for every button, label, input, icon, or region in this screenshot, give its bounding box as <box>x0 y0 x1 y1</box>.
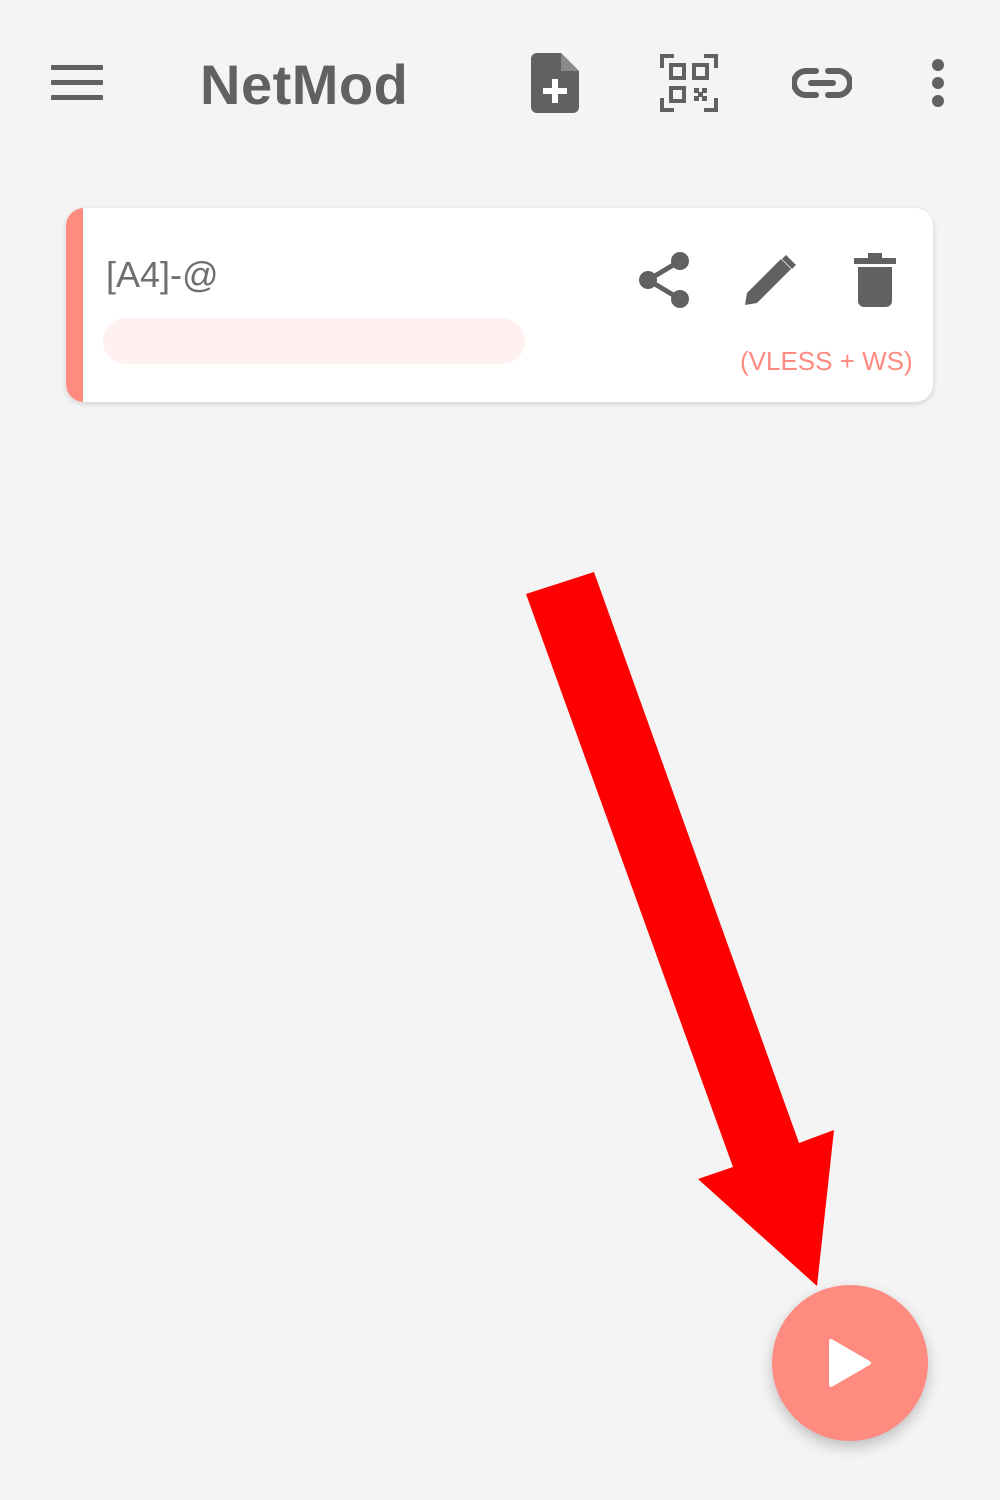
link-icon <box>792 68 852 98</box>
share-button[interactable] <box>630 244 698 316</box>
profile-type: (VLESS + WS) <box>740 346 913 376</box>
share-icon <box>639 252 689 308</box>
play-icon <box>829 1339 871 1387</box>
import-link-button[interactable] <box>788 48 856 118</box>
redacted-address <box>103 318 525 364</box>
selected-indicator <box>66 208 83 402</box>
scan-qr-button[interactable] <box>655 48 723 118</box>
add-config-button[interactable] <box>522 48 588 118</box>
delete-icon <box>854 253 896 307</box>
qr-code-icon <box>660 54 718 112</box>
connect-fab[interactable] <box>772 1285 928 1441</box>
app-title: NetMod <box>200 53 409 116</box>
edit-icon <box>745 255 796 305</box>
more-options-button[interactable] <box>912 48 964 118</box>
menu-button[interactable] <box>40 50 116 116</box>
menu-icon <box>51 65 103 100</box>
edit-button[interactable] <box>736 244 804 316</box>
app-screen: NetMod [A4]-@ (VLESS + WS) <box>0 0 1000 1500</box>
top-app-bar: NetMod <box>0 0 1000 170</box>
profile-title: [A4]-@ <box>106 254 219 295</box>
delete-button[interactable] <box>842 244 908 316</box>
add-file-icon <box>531 53 579 113</box>
more-vert-icon <box>932 59 944 107</box>
